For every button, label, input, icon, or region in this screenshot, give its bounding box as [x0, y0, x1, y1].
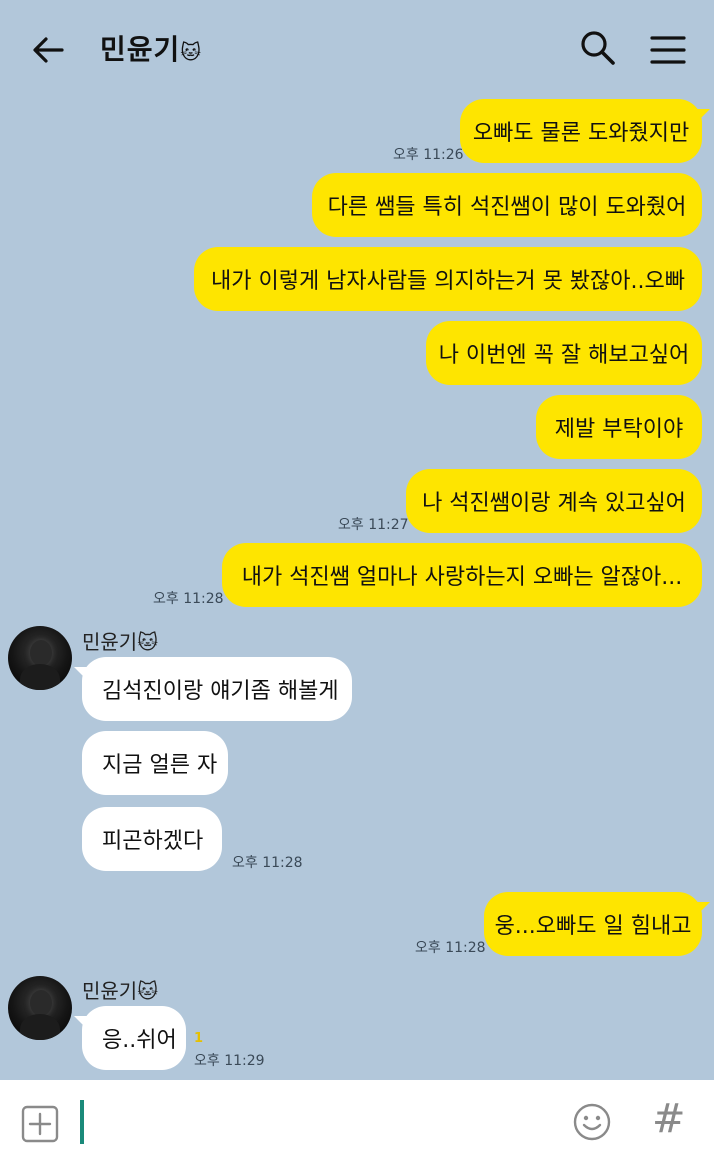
my-message-bubble[interactable]: 다른 쌤들 특히 석진쌤이 많이 도와줬어 [312, 173, 702, 237]
chat-title-name: 민윤기 [100, 33, 181, 66]
message-text: 제발 부탁이야 [554, 417, 684, 442]
sender-name-text: 민윤기 [82, 630, 138, 654]
sender-name: 민윤기🐱 [82, 626, 158, 655]
sender-name: 민윤기🐱 [82, 975, 158, 1004]
cat-emoji: 🐱 [180, 40, 203, 64]
message-text: 나 이번엔 꼭 잘 해보고싶어 [438, 343, 690, 368]
my-message-bubble[interactable]: 내가 이렇게 남자사람들 의지하는거 못 봤잖아..오빠 [194, 247, 702, 311]
my-message-bubble[interactable]: 웅...오빠도 일 힘내고 [484, 892, 710, 956]
message-text: 내가 이렇게 남자사람들 의지하는거 못 봤잖아..오빠 [211, 269, 685, 294]
search-icon[interactable] [578, 28, 618, 68]
message-text: 웅...오빠도 일 힘내고 [494, 914, 692, 939]
back-arrow-icon[interactable] [28, 30, 68, 70]
message-time: 오후 11:28 [415, 940, 486, 956]
message-time: 오후 11:27 [338, 517, 409, 533]
my-message-bubble[interactable]: 제발 부탁이야 [536, 395, 702, 459]
chat-header: 민윤기🐱 [0, 0, 714, 98]
message-text: 응..쉬어 [102, 1028, 177, 1053]
menu-icon[interactable] [648, 30, 688, 70]
cat-emoji: 🐱 [137, 630, 159, 654]
message-text: 피곤하겠다 [102, 829, 204, 854]
their-message-bubble[interactable]: 피곤하겠다 [82, 807, 222, 871]
message-input[interactable] [80, 1100, 84, 1144]
my-message-bubble[interactable]: 나 석진쌤이랑 계속 있고싶어 [406, 469, 702, 533]
message-text: 내가 석진쌤 얼마나 사랑하는지 오빠는 알잖아... [241, 565, 683, 590]
message-text: 지금 얼른 자 [102, 753, 218, 778]
cat-emoji: 🐱 [137, 979, 159, 1003]
message-text: 나 석진쌤이랑 계속 있고싶어 [422, 491, 686, 516]
message-time: 오후 11:28 [232, 855, 303, 871]
emoji-icon[interactable] [572, 1102, 612, 1142]
add-attachment-icon[interactable] [20, 1104, 60, 1144]
message-text: 다른 쌤들 특히 석진쌤이 많이 도와줬어 [327, 195, 687, 220]
avatar[interactable] [8, 976, 72, 1040]
hashtag-icon[interactable]: # [652, 1096, 686, 1142]
my-message-bubble[interactable]: 나 이번엔 꼭 잘 해보고싶어 [426, 321, 702, 385]
their-message-bubble[interactable]: 지금 얼른 자 [82, 731, 228, 795]
sender-name-text: 민윤기 [82, 979, 138, 1003]
my-message-bubble[interactable]: 내가 석진쌤 얼마나 사랑하는지 오빠는 알잖아... [222, 543, 702, 607]
their-message-bubble[interactable]: 김석진이랑 얘기좀 해볼게 [74, 657, 352, 721]
message-time: 오후 11:26 [393, 147, 464, 163]
message-text: 오빠도 물론 도와줬지만 [472, 121, 690, 146]
message-time: 오후 11:28 [153, 591, 224, 607]
chat-title: 민윤기🐱 [100, 28, 202, 68]
my-message-bubble[interactable]: 오빠도 물론 도와줬지만 [460, 99, 710, 163]
message-text: 김석진이랑 얘기좀 해볼게 [102, 679, 339, 704]
unread-count: 1 [194, 1031, 204, 1046]
avatar[interactable] [8, 626, 72, 690]
their-message-bubble[interactable]: 응..쉬어 [74, 1006, 186, 1070]
message-time: 오후 11:29 [194, 1053, 265, 1069]
message-input-bar: # [0, 1080, 714, 1150]
